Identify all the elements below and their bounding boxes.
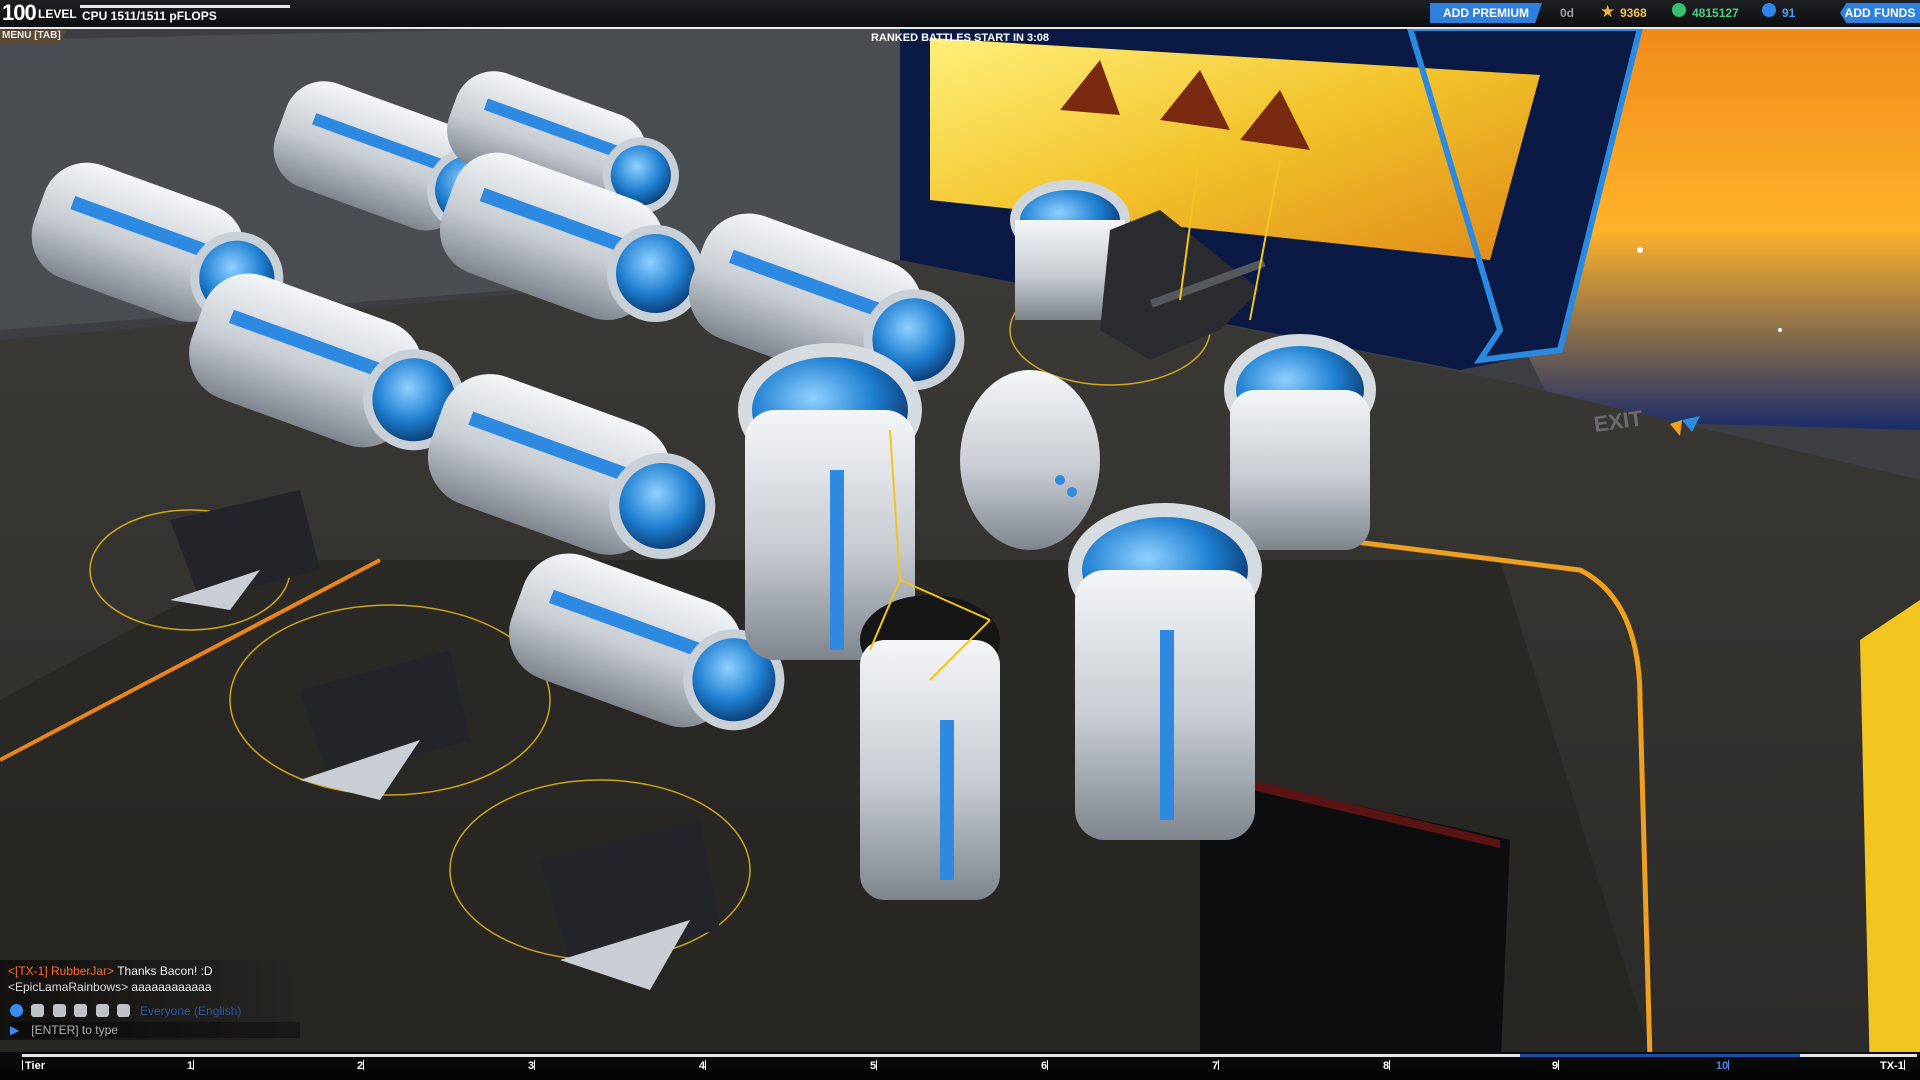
friends-icon[interactable] — [117, 1004, 131, 1018]
tier-tick: 7 — [1212, 1060, 1220, 1072]
tier-track-highlight — [1520, 1054, 1800, 1057]
clan-icon[interactable] — [31, 1004, 45, 1018]
rp-balance: 4815127 — [1692, 6, 1739, 20]
tier-progress-bar: Tier 1 2 3 4 5 6 7 8 9 10 TX-1 — [0, 1052, 1920, 1080]
add-premium-button[interactable]: ADD PREMIUM — [1430, 3, 1542, 23]
tier-tick: 1 — [187, 1060, 195, 1072]
chat-text: aaaaaaaaaaaa — [131, 980, 212, 994]
rp-icon — [1672, 3, 1686, 17]
play-icon: ▶ — [10, 1023, 20, 1037]
chat-message: <[TX-1] RubberJar> Thanks Bacon! :D — [8, 964, 213, 978]
chat-input[interactable]: ▶ [ENTER] to type — [10, 1022, 300, 1038]
tier-tick: 2 — [357, 1060, 365, 1072]
chat-sender: <EpicLamaRainbows> — [8, 980, 129, 994]
cpu-meter — [80, 5, 290, 8]
tier-tick: 8 — [1383, 1060, 1391, 1072]
add-funds-button[interactable]: ADD FUNDS — [1840, 3, 1920, 23]
premium-days: 0d — [1560, 6, 1575, 20]
garage-scene: EXIT — [0, 25, 1920, 1080]
tier-tick: 9 — [1552, 1060, 1560, 1072]
tier-tick-current: 10 — [1716, 1060, 1730, 1072]
globe-icon[interactable] — [10, 1004, 23, 1018]
cpu-readout: CPU 1511/1511 pFLOPS — [82, 9, 217, 23]
tier-tick: 3 — [528, 1060, 536, 1072]
whisper-icon[interactable] — [74, 1004, 88, 1018]
chat-text: Thanks Bacon! :D — [117, 964, 213, 978]
ranked-countdown: RANKED BATTLES START IN 3:08 — [870, 32, 1050, 44]
group-icon[interactable] — [95, 1004, 109, 1018]
cosmetic-credits-icon — [1762, 3, 1776, 17]
tier-tick: 4 — [699, 1060, 707, 1072]
tier-tick: 6 — [1041, 1060, 1049, 1072]
party-icon[interactable] — [52, 1004, 66, 1018]
player-level: 100 — [2, 0, 37, 25]
chat-message: <EpicLamaRainbows> aaaaaaaaaaaa — [8, 980, 212, 994]
tier-end-label: TX-1 — [1880, 1060, 1905, 1072]
tier-tick: 5 — [870, 1060, 878, 1072]
tier-start-label: Tier — [22, 1060, 45, 1072]
chat-channel-label[interactable]: Everyone (English) — [140, 1004, 241, 1018]
cosmetic-credits-balance: 91 — [1782, 6, 1796, 20]
chat-channel-icons — [10, 1002, 134, 1020]
chat-input-hint: [ENTER] to type — [31, 1023, 118, 1037]
robits-balance: 9368 — [1620, 6, 1647, 20]
level-label: LEVEL — [38, 7, 77, 21]
top-divider — [0, 27, 1920, 29]
robits-icon: ★ — [1600, 2, 1616, 21]
chat-sender: <[TX-1] RubberJar> — [8, 964, 115, 978]
